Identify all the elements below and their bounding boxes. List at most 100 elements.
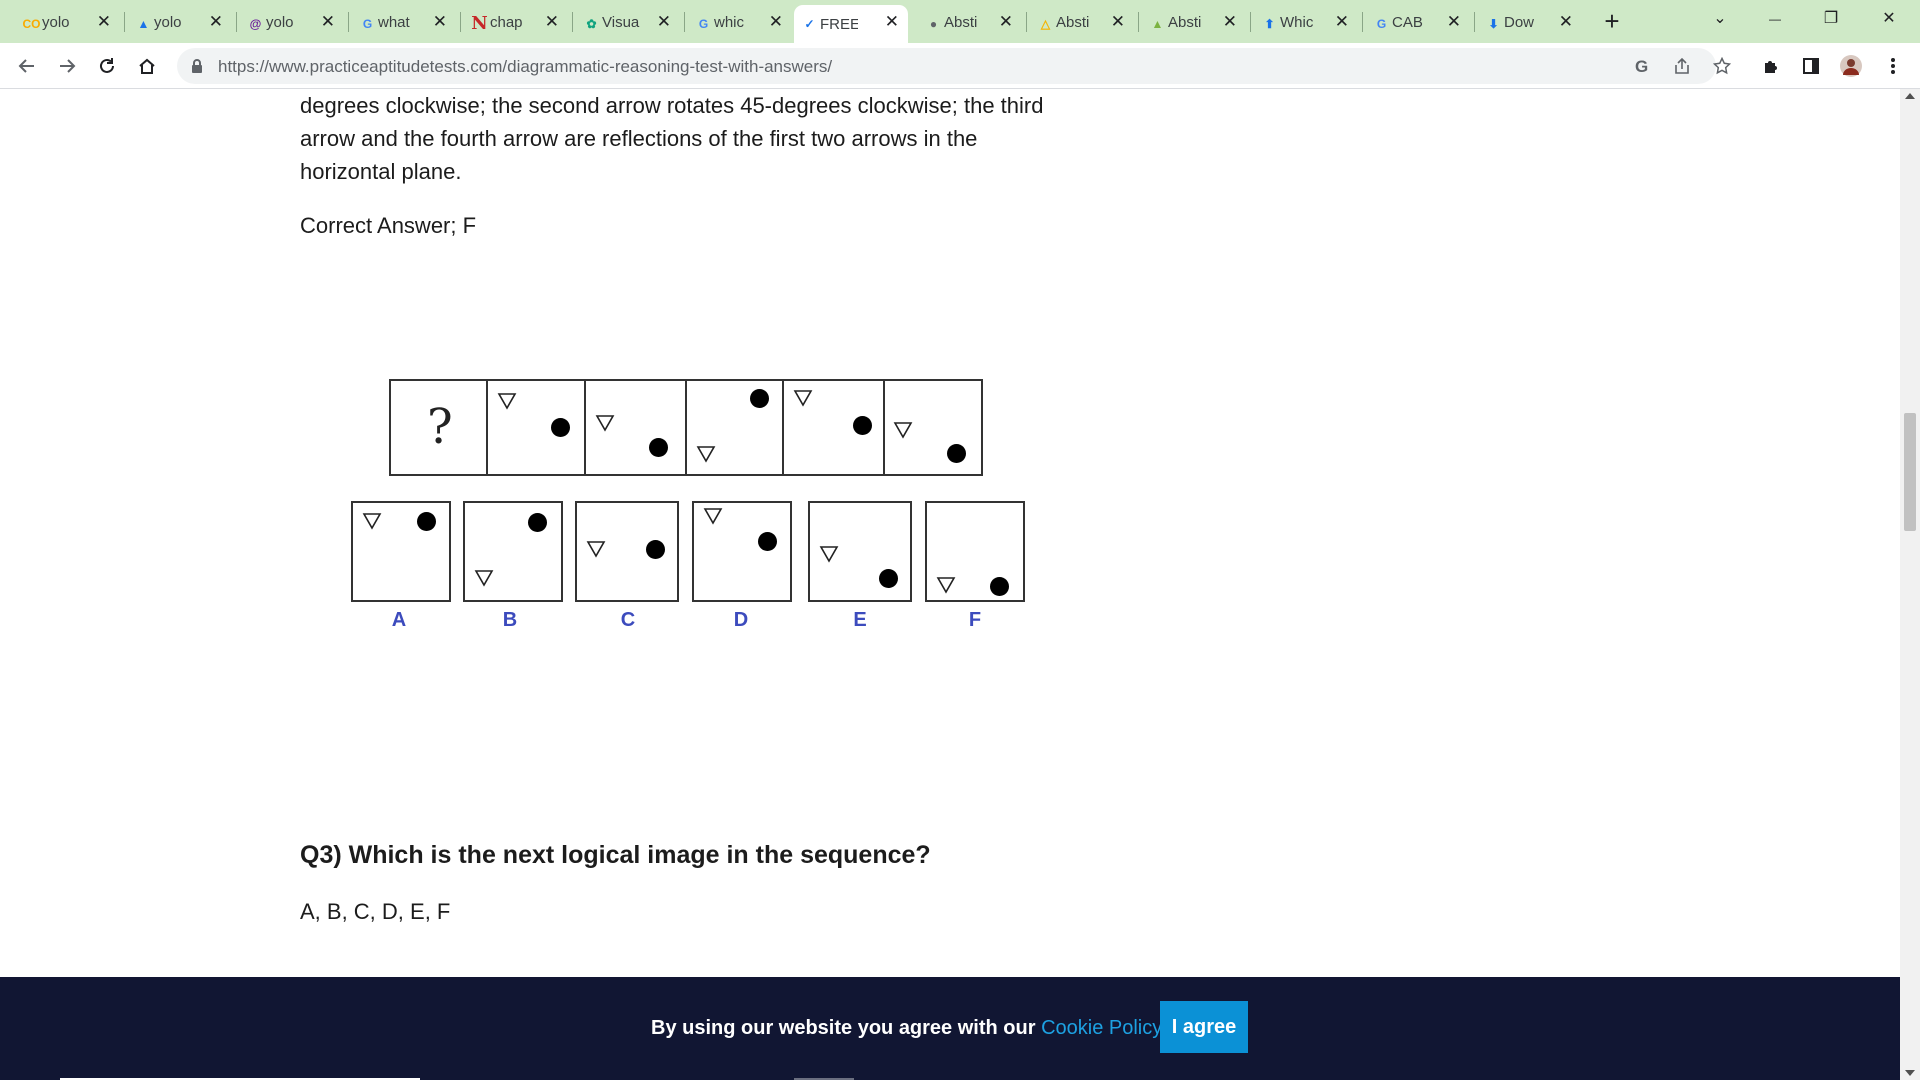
tab-title: chap [490, 13, 523, 31]
tab-strip: CO yolo ✕ ▲ yolo ✕ @ yolo ✕ Gwhat ✕ Nchap ✕ ✿ Visua ✕ Gw… [0, 0, 1920, 43]
close-icon[interactable]: ✕ [1559, 13, 1573, 30]
check-icon: ✓ [804, 16, 815, 31]
new-tab-plus-icon[interactable]: + [1597, 5, 1627, 37]
tab-separator [1026, 12, 1027, 32]
browser-tab[interactable]: ⬆ Whic ✕ [1254, 5, 1358, 39]
close-icon[interactable]: ✕ [433, 13, 447, 30]
correct-answer: Correct Answer; F [300, 213, 477, 238]
extensions-button[interactable] [1756, 51, 1786, 81]
question-heading: Q3) Which is the next logical image in t… [300, 841, 931, 869]
svg-text:G: G [1635, 57, 1648, 75]
tab-title: whic [714, 13, 745, 31]
browser-tab[interactable]: G CAB ✕ [1366, 5, 1470, 39]
dot-icon [528, 513, 547, 532]
scroll-up-arrow-icon[interactable] [1905, 93, 1915, 99]
tab-separator [460, 12, 461, 32]
reload-icon [100, 58, 114, 73]
browser-tab[interactable]: ✿ Visua ✕ [576, 5, 680, 39]
browser-tab[interactable]: Nchap ✕ [464, 5, 568, 39]
bookmark-star-icon[interactable] [1710, 54, 1734, 78]
tab-separator [572, 12, 573, 32]
agree-button[interactable]: I agree [1160, 1001, 1248, 1053]
close-icon[interactable]: ✕ [999, 13, 1013, 30]
answer-explanation: degrees clockwise; the second arrow rota… [300, 89, 1090, 188]
close-icon[interactable]: ✕ [1335, 13, 1349, 30]
side-panel-button[interactable] [1796, 51, 1826, 81]
close-icon[interactable]: ✕ [209, 13, 223, 30]
scroll-down-arrow-icon[interactable] [1905, 1070, 1915, 1076]
close-icon[interactable]: ✕ [97, 13, 111, 30]
browser-tab[interactable]: Gwhat ✕ [352, 5, 456, 39]
tab-title: Visua [602, 13, 640, 31]
option-label-d: D [733, 609, 749, 631]
cookie-message: By using our website you agree with our … [651, 1017, 1166, 1040]
browser-tab[interactable]: @ yolo ✕ [240, 5, 344, 39]
home-button[interactable] [132, 51, 162, 81]
google-lens-icon[interactable]: G [1630, 54, 1654, 78]
browser-tab[interactable]: ⬇ Dow ✕ [1478, 5, 1582, 39]
back-button[interactable] [12, 51, 42, 81]
dot-icon [990, 577, 1009, 596]
explanation-line: horizontal plane. [300, 159, 462, 184]
side-panel-icon [1803, 58, 1819, 74]
forward-button[interactable] [52, 51, 82, 81]
window-close-icon[interactable]: ✕ [1866, 4, 1912, 34]
browser-tab[interactable]: △ Absti ✕ [1030, 5, 1134, 39]
close-icon[interactable]: ✕ [1447, 13, 1461, 30]
back-arrow-icon [18, 59, 34, 73]
browser-tab[interactable]: Gwhic ✕ [688, 5, 792, 39]
share-icon[interactable] [1670, 54, 1694, 78]
tab-title: yolo [266, 13, 294, 31]
option-box-d[interactable] [692, 501, 792, 602]
triangle-icon [793, 390, 813, 407]
triangle-icon [595, 415, 615, 432]
restore-icon[interactable]: ❐ [1808, 4, 1854, 34]
browser-tab[interactable]: ▲ Absti ✕ [1142, 5, 1246, 39]
menu-button[interactable] [1878, 51, 1908, 81]
address-bar[interactable]: https://www.practiceaptitudetests.com/di… [177, 48, 1731, 84]
tab-separator [236, 12, 237, 32]
profile-avatar[interactable] [1836, 51, 1866, 81]
sequence-cell [784, 381, 885, 474]
close-icon[interactable]: ✕ [657, 13, 671, 30]
close-icon[interactable]: ✕ [1111, 13, 1125, 30]
option-label-f: F [968, 609, 982, 631]
minimize-icon[interactable]: — [1752, 4, 1798, 34]
reload-button[interactable] [92, 51, 122, 81]
url-text[interactable]: https://www.practiceaptitudetests.com/di… [218, 57, 832, 77]
explanation-line: degrees clockwise; the second arrow rota… [300, 93, 1044, 118]
close-icon[interactable]: ✕ [769, 13, 783, 30]
colab-icon: CO [22, 16, 41, 31]
tab-title: Absti [1056, 13, 1090, 31]
dot-icon [551, 418, 570, 437]
tab-separator [124, 12, 125, 32]
browser-tab[interactable]: ✓ FREE ✕ [794, 5, 908, 43]
cookie-policy-link[interactable]: Cookie Policy. [1041, 1017, 1166, 1039]
option-box-c[interactable] [575, 501, 679, 602]
tab-search-chevron-icon[interactable]: ⌄ [1697, 4, 1743, 34]
triangle-icon [696, 446, 716, 463]
tab-separator [348, 12, 349, 32]
browser-tab[interactable]: ▲ yolo ✕ [128, 5, 232, 39]
tab-separator [684, 12, 685, 32]
option-box-e[interactable] [808, 501, 912, 602]
close-icon[interactable]: ✕ [1223, 13, 1237, 30]
option-box-b[interactable] [463, 501, 563, 602]
tab-separator [1250, 12, 1251, 32]
page-scrollbar[interactable] [1900, 89, 1920, 1080]
openai-icon: ✿ [586, 16, 597, 31]
close-icon[interactable]: ✕ [545, 13, 559, 30]
globe-icon: ● [929, 16, 938, 31]
option-box-f[interactable] [925, 501, 1025, 602]
browser-toolbar: https://www.practiceaptitudetests.com/di… [0, 43, 1920, 89]
puzzle-icon [1765, 61, 1777, 73]
triangle-icon [497, 393, 517, 410]
browser-tab[interactable]: CO yolo ✕ [16, 5, 120, 39]
option-box-a[interactable] [351, 501, 451, 602]
dot-icon [649, 438, 668, 457]
triangle-icon [893, 422, 913, 439]
close-icon[interactable]: ✕ [885, 13, 899, 30]
browser-tab[interactable]: ● Absti ✕ [918, 5, 1022, 39]
close-icon[interactable]: ✕ [321, 13, 335, 30]
scrollbar-thumb[interactable] [1904, 413, 1916, 531]
